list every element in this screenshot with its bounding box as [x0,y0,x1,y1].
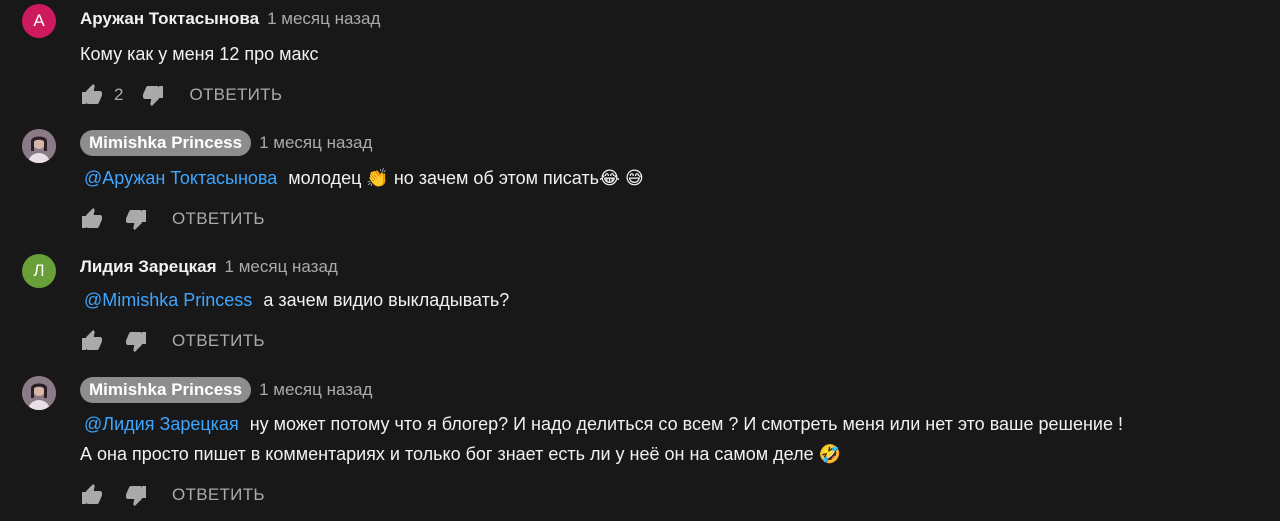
comment-text: @Mimishka Princess а зачем видио выклады… [80,285,1260,315]
reply-button[interactable]: ОТВЕТИТЬ [172,331,265,351]
avatar[interactable]: Л [22,254,56,288]
comment-author[interactable]: Mimishka Princess [80,130,252,156]
thumbs-down-icon[interactable] [141,83,165,107]
comment-body: а зачем видио выкладывать? [263,290,510,310]
comment-body-line-2: А она просто пишет в комментариях и толь… [80,444,842,464]
user-photo-icon [22,376,56,410]
comment-author[interactable]: Лидия Зарецкая [80,257,217,277]
avatar[interactable] [22,376,56,410]
thumbs-up-icon[interactable] [80,207,104,231]
avatar-letter: Л [33,261,45,280]
comment-time[interactable]: 1 месяц назад [267,9,380,29]
user-photo-icon [22,129,56,163]
comment-text: Кому как у меня 12 про макс [80,39,1260,69]
reply-button[interactable]: ОТВЕТИТЬ [189,85,282,105]
mention-link[interactable]: @Лидия Зарецкая [84,414,239,434]
reply-button[interactable]: ОТВЕТИТЬ [172,209,265,229]
comment-body: Кому как у меня 12 про макс [80,44,319,64]
avatar-letter: А [33,11,45,30]
comment-text: @Аружан Токтасынова молодец 👏 но зачем о… [80,163,1260,193]
comment-author[interactable]: Mimishka Princess [80,377,252,403]
comment-body: молодец 👏 но зачем об этом писать😂 😅 [288,168,644,188]
thumbs-up-icon[interactable] [80,83,104,107]
comment-author[interactable]: Аружан Токтасынова [80,9,259,29]
thumbs-down-icon[interactable] [124,207,148,231]
thumbs-down-icon[interactable] [124,483,148,507]
comment-text: @Лидия Зарецкая ну может потому что я бл… [80,409,1260,469]
mention-link[interactable]: @Mimishka Princess [84,290,252,310]
avatar[interactable]: А [22,4,56,38]
reply-button[interactable]: ОТВЕТИТЬ [172,485,265,505]
comment-body: ну может потому что я блогер? И надо дел… [249,414,1123,434]
like-count: 2 [114,85,124,104]
comment-time[interactable]: 1 месяц назад [225,257,338,277]
thumbs-up-icon[interactable] [80,329,104,353]
mention-link[interactable]: @Аружан Токтасынова [84,168,277,188]
thumbs-down-icon[interactable] [124,329,148,353]
avatar[interactable] [22,129,56,163]
comment-time[interactable]: 1 месяц назад [259,380,372,400]
comment-time[interactable]: 1 месяц назад [259,133,372,153]
thumbs-up-icon[interactable] [80,483,104,507]
